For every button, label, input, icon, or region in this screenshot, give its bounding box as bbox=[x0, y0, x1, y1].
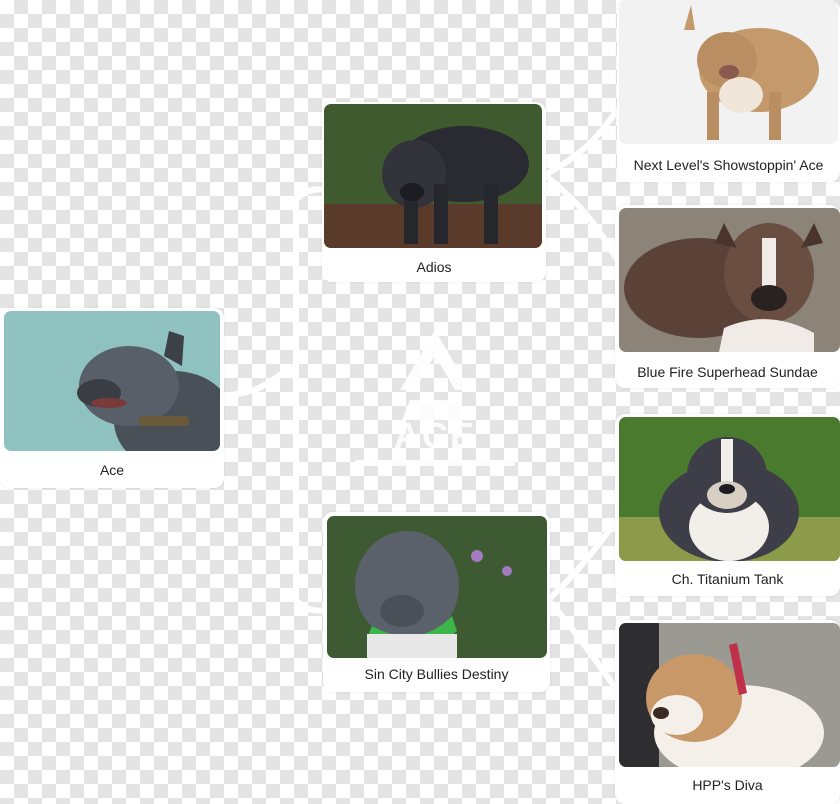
pedigree-name-sire-sire: Next Level's Showstoppin' Ace bbox=[633, 157, 824, 173]
pedigree-card-sire[interactable]: Adios bbox=[322, 102, 546, 282]
dark-bully-standing-icon bbox=[324, 104, 542, 248]
pedigree-name-dam: Sin City Bullies Destiny bbox=[364, 666, 509, 682]
pedigree-card-dam-dam[interactable]: HPP's Diva bbox=[615, 620, 840, 804]
pedigree-name-sire: Adios bbox=[416, 259, 452, 275]
blue-bully-green-collar-icon bbox=[327, 516, 547, 658]
tricolor-bully-grass-icon bbox=[619, 417, 840, 561]
pedigree-card-dam[interactable]: Sin City Bullies Destiny bbox=[323, 512, 550, 692]
pedigree-name-dam-sire: Ch. Titanium Tank bbox=[671, 571, 784, 587]
pedigree-card-sire-sire[interactable]: Next Level's Showstoppin' Ace bbox=[617, 0, 840, 182]
ace-kennel-logo-icon: ACE bbox=[355, 330, 515, 466]
pedigree-card-ace[interactable]: Ace bbox=[0, 308, 224, 488]
brindle-bully-front-icon bbox=[619, 208, 840, 352]
pedigree-name-ace: Ace bbox=[99, 462, 125, 478]
pedigree-name-sire-dam: Blue Fire Superhead Sundae bbox=[637, 364, 818, 380]
svg-text:ACE: ACE bbox=[394, 415, 476, 456]
blue-pitbull-profile-icon bbox=[4, 311, 220, 451]
pedigree-card-sire-dam[interactable]: Blue Fire Superhead Sundae bbox=[615, 205, 840, 388]
pedigree-card-dam-sire[interactable]: Ch. Titanium Tank bbox=[615, 414, 840, 596]
fawn-white-bully-red-collar-icon bbox=[619, 623, 840, 767]
pedigree-name-dam-dam: HPP's Diva bbox=[692, 777, 763, 793]
fawn-bully-snow-icon bbox=[619, 0, 838, 144]
